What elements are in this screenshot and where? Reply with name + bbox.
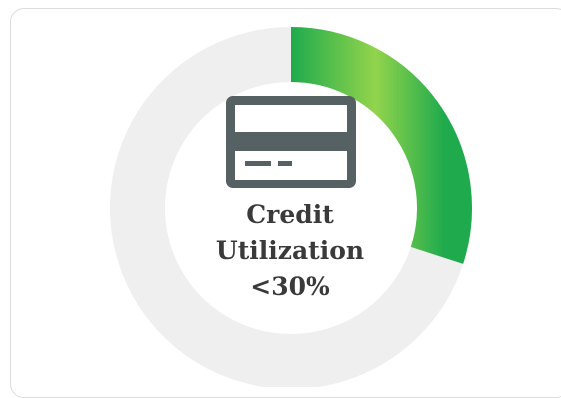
title-line-utilization: Utilization — [215, 236, 365, 265]
utilization-donut-chart — [110, 27, 472, 387]
utilization-value-label: <30% — [250, 272, 330, 301]
credit-card-icon — [226, 96, 356, 188]
title-line-credit: Credit — [246, 200, 334, 229]
